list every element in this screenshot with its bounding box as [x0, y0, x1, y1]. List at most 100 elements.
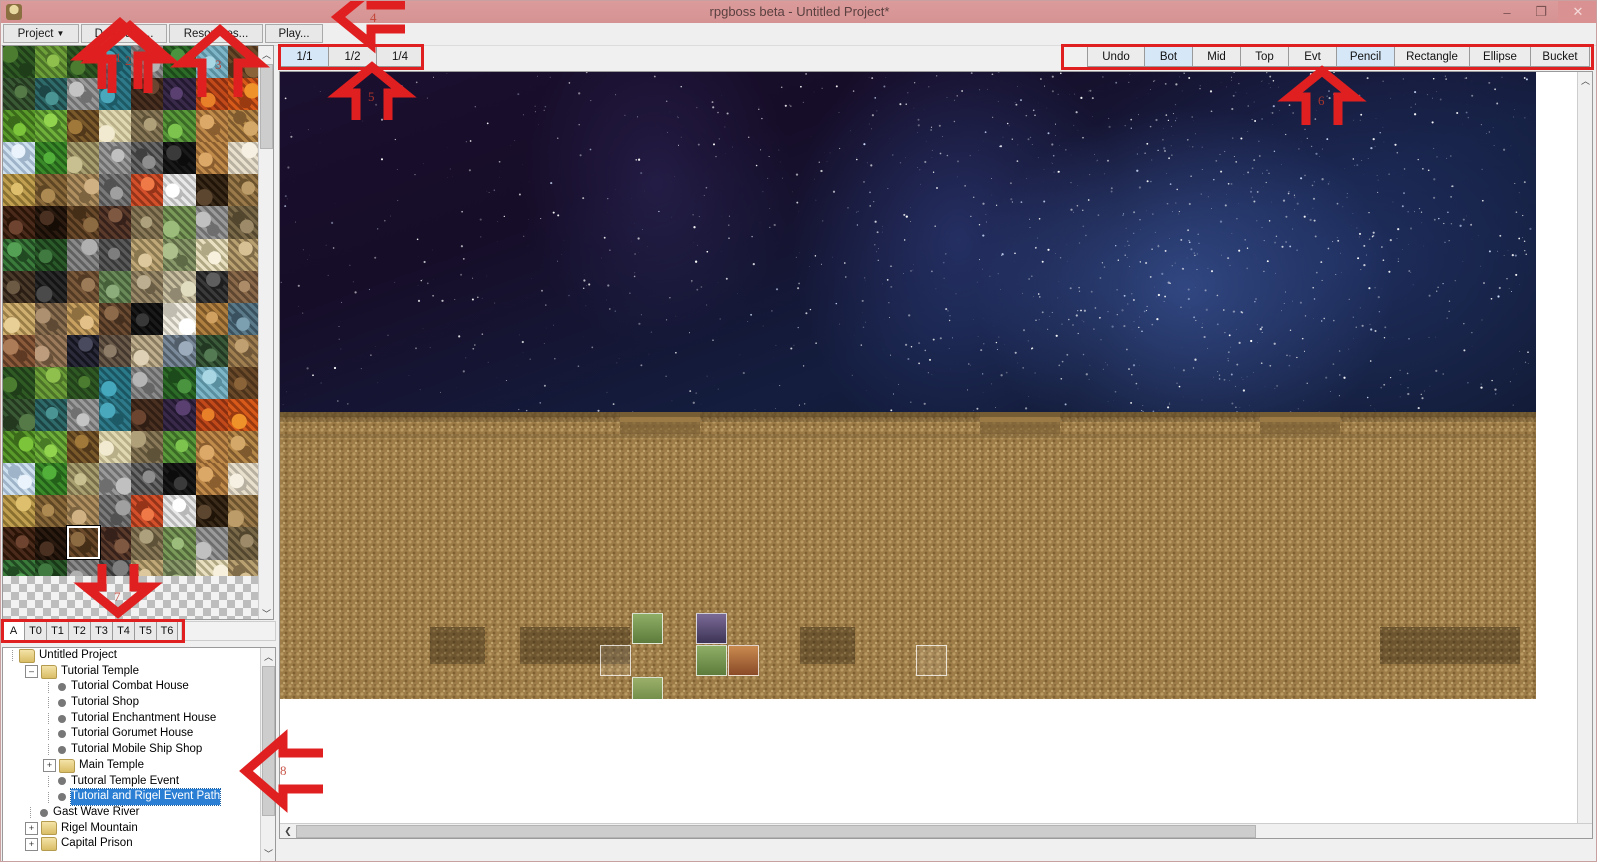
tileset-palette[interactable]: ︿ ﹀	[2, 45, 274, 620]
map-tree-item[interactable]: Tutorial Gorumet House	[3, 726, 275, 742]
map-event-empty[interactable]	[600, 645, 631, 676]
tileset-tile[interactable]	[35, 78, 68, 111]
expand-icon[interactable]: +	[25, 821, 38, 835]
tileset-tile[interactable]	[99, 366, 132, 400]
map-tree-item[interactable]: + Main Temple	[3, 758, 275, 774]
tileset-tab-t0[interactable]: T0	[24, 621, 46, 641]
tileset-tile[interactable]	[131, 431, 164, 464]
tileset-tile[interactable]	[131, 302, 164, 335]
tileset-tile[interactable]	[3, 270, 36, 303]
zoom-1-4-button[interactable]: 1/4	[376, 46, 424, 67]
tileset-grid[interactable]	[3, 46, 260, 592]
tileset-tile[interactable]	[163, 431, 196, 464]
tileset-tab-t1[interactable]: T1	[46, 621, 68, 641]
tool-pencil-button[interactable]: Pencil	[1336, 46, 1394, 67]
tileset-tile[interactable]	[195, 206, 228, 239]
tileset-tile[interactable]	[3, 238, 36, 271]
expand-icon[interactable]: +	[43, 759, 56, 773]
tileset-tile[interactable]	[3, 399, 36, 432]
tileset-tile[interactable]	[99, 174, 132, 207]
tileset-tile[interactable]	[35, 302, 68, 335]
tileset-tile[interactable]	[3, 174, 36, 207]
tileset-tile[interactable]	[67, 527, 100, 560]
tileset-tile[interactable]	[99, 270, 132, 303]
map-scroll-up-icon[interactable]: ︿	[1578, 72, 1592, 88]
tileset-tab-t4[interactable]: T4	[112, 621, 134, 641]
tileset-tile[interactable]	[3, 78, 36, 111]
map-tree[interactable]: Untitled Project – Tutorial Temple Tutorial…	[2, 647, 276, 861]
tileset-tile[interactable]	[195, 46, 228, 79]
tileset-tile[interactable]	[99, 495, 132, 528]
expand-icon[interactable]: +	[25, 837, 38, 851]
tileset-tile[interactable]	[35, 527, 68, 560]
tileset-tile[interactable]	[67, 174, 100, 207]
tileset-tile[interactable]	[227, 238, 260, 271]
tileset-tile[interactable]	[67, 366, 100, 400]
map-event-sprite[interactable]	[696, 645, 727, 676]
tileset-tile[interactable]	[131, 399, 164, 432]
map-tree-item[interactable]: Tutorial Enchantment House	[3, 711, 275, 727]
tileset-tile[interactable]	[163, 78, 196, 111]
tileset-tile[interactable]	[99, 334, 132, 367]
map-hscroll-thumb[interactable]	[296, 824, 1256, 838]
tileset-tile[interactable]	[35, 495, 68, 528]
tileset-tile[interactable]	[67, 142, 100, 175]
tileset-tile[interactable]	[35, 206, 68, 239]
tileset-tile[interactable]	[195, 302, 228, 335]
tileset-tile[interactable]	[99, 78, 132, 111]
tileset-tile[interactable]	[195, 399, 228, 432]
map-event-sprite[interactable]	[632, 613, 663, 644]
tileset-tab-a[interactable]: A	[2, 621, 24, 641]
tileset-tile[interactable]	[67, 431, 100, 464]
layer-top-button[interactable]: Top	[1240, 46, 1288, 67]
tileset-tile[interactable]	[35, 463, 68, 496]
tileset-tab-t6[interactable]: T6	[156, 621, 178, 641]
map-tree-scroll-down-icon[interactable]: ﹀	[261, 845, 275, 861]
tileset-tile[interactable]	[35, 238, 68, 271]
menu-resources-button[interactable]: Resources...	[169, 24, 263, 43]
tileset-tile[interactable]	[227, 174, 260, 207]
tileset-tile[interactable]	[131, 46, 164, 79]
map-event-sprite[interactable]	[632, 677, 663, 699]
map-tree-item[interactable]: + Rigel Mountain	[3, 821, 275, 837]
tileset-tile[interactable]	[3, 495, 36, 528]
tileset-tile[interactable]	[35, 142, 68, 175]
tileset-tile[interactable]	[3, 366, 36, 400]
tileset-tile[interactable]	[35, 110, 68, 143]
tileset-tile[interactable]	[131, 110, 164, 143]
tileset-tile[interactable]	[163, 334, 196, 367]
map-event-empty[interactable]	[916, 645, 947, 676]
tileset-tile[interactable]	[3, 431, 36, 464]
tileset-tile[interactable]	[3, 302, 36, 335]
map-event-sprite[interactable]	[728, 645, 759, 676]
tileset-tile[interactable]	[195, 238, 228, 271]
tileset-tile[interactable]	[195, 334, 228, 367]
tileset-tile[interactable]	[99, 142, 132, 175]
tileset-tile[interactable]	[163, 495, 196, 528]
tileset-tile[interactable]	[227, 527, 260, 560]
tileset-tab-t2[interactable]: T2	[68, 621, 90, 641]
tool-ellipse-button[interactable]: Ellipse	[1469, 46, 1530, 67]
tileset-tile[interactable]	[195, 527, 228, 560]
map-tree-item[interactable]: + Capital Prison	[3, 836, 275, 852]
tileset-tile[interactable]	[3, 463, 36, 496]
zoom-1-1-button[interactable]: 1/1	[280, 46, 328, 67]
tileset-tile[interactable]	[3, 527, 36, 560]
tileset-tile[interactable]	[195, 495, 228, 528]
maximize-button[interactable]: ❐	[1524, 1, 1558, 23]
map-event-sprite[interactable]	[696, 613, 727, 644]
tileset-tile[interactable]	[227, 463, 260, 496]
tileset-tile[interactable]	[3, 46, 36, 79]
tool-rectangle-button[interactable]: Rectangle	[1394, 46, 1469, 67]
tileset-tile[interactable]	[3, 142, 36, 175]
tileset-tile[interactable]	[67, 78, 100, 111]
tileset-tile[interactable]	[195, 78, 228, 111]
tileset-tile[interactable]	[195, 270, 228, 303]
tileset-tile[interactable]	[35, 174, 68, 207]
tileset-tile[interactable]	[195, 463, 228, 496]
tileset-tile[interactable]	[163, 527, 196, 560]
tileset-tile[interactable]	[227, 366, 260, 400]
tileset-tile[interactable]	[67, 238, 100, 271]
tileset-tile[interactable]	[67, 334, 100, 367]
tileset-tile[interactable]	[99, 463, 132, 496]
